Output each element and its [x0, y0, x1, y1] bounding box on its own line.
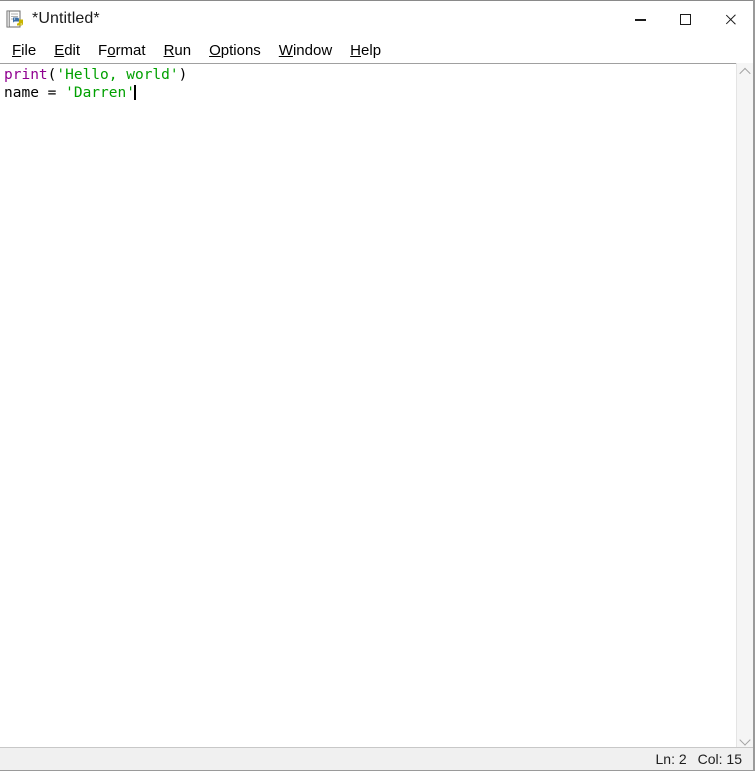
menu-label-file: ile — [21, 41, 37, 59]
text-caret — [133, 85, 136, 100]
menu-item-format[interactable]: Format — [89, 41, 155, 60]
menu-item-window[interactable]: Window — [270, 41, 341, 60]
code-editor-area[interactable]: print('Hello, world') name = 'Darren' — [0, 63, 753, 748]
code-line: print('Hello, world') — [4, 66, 727, 84]
code-line: name = 'Darren' — [4, 84, 727, 102]
scroll-up-button[interactable] — [737, 63, 753, 80]
code-token-string: 'Hello, world' — [56, 67, 179, 83]
code-token-punct: ) — [178, 67, 188, 83]
minimize-icon — [635, 18, 646, 21]
menu-accel-options: O — [209, 41, 221, 59]
menu-label-edit: dit — [64, 41, 81, 59]
chevron-down-icon — [739, 733, 751, 746]
chevron-up-icon — [739, 67, 751, 79]
menu-accel-help: H — [350, 41, 362, 59]
idle-python-document-icon — [6, 10, 25, 29]
menu-label-run: un — [174, 41, 192, 59]
close-icon — [724, 13, 737, 26]
code-token-string: 'Darren' — [65, 85, 135, 101]
minimize-button[interactable] — [618, 1, 663, 38]
menu-label-format: rmat — [115, 41, 146, 59]
menu-accel-window: W — [278, 41, 293, 59]
menu-label-options: ptions — [220, 41, 261, 59]
window-controls — [618, 1, 753, 38]
menu-item-run[interactable]: Run — [155, 41, 201, 60]
window-title: *Untitled* — [32, 10, 100, 27]
menu-label-window: indow — [292, 41, 333, 59]
maximize-icon — [680, 14, 691, 25]
status-line-number: Ln: 2 — [655, 751, 687, 767]
menu-item-edit[interactable]: Edit — [45, 41, 89, 60]
close-button[interactable] — [708, 1, 753, 38]
maximize-button[interactable] — [663, 1, 708, 38]
code-token-builtin: print — [4, 67, 48, 83]
menu-bar: File Edit Format Run Options Window Help — [0, 37, 753, 63]
title-bar[interactable]: *Untitled* — [0, 0, 753, 37]
code-token-plain: name = — [4, 85, 66, 101]
scroll-down-button[interactable] — [737, 731, 753, 748]
menu-label-help: elp — [361, 41, 382, 59]
menu-item-help[interactable]: Help — [341, 41, 390, 60]
menu-accel-file: F — [12, 41, 22, 59]
idle-editor-window: *Untitled* File Edit Format Run Options … — [0, 0, 755, 771]
menu-accel-run: R — [163, 41, 175, 59]
vertical-scrollbar[interactable] — [736, 63, 753, 748]
menu-accel-edit: E — [54, 41, 65, 59]
menu-item-options[interactable]: Options — [200, 41, 270, 60]
status-bar: Ln: 2 Col: 15 — [0, 747, 753, 770]
menu-accel-format: o — [107, 41, 116, 59]
menu-item-file[interactable]: File — [3, 41, 45, 60]
status-column-number: Col: 15 — [697, 751, 742, 767]
menu-prefix-format: F — [98, 41, 108, 59]
code-text[interactable]: print('Hello, world') name = 'Darren' — [4, 66, 727, 102]
